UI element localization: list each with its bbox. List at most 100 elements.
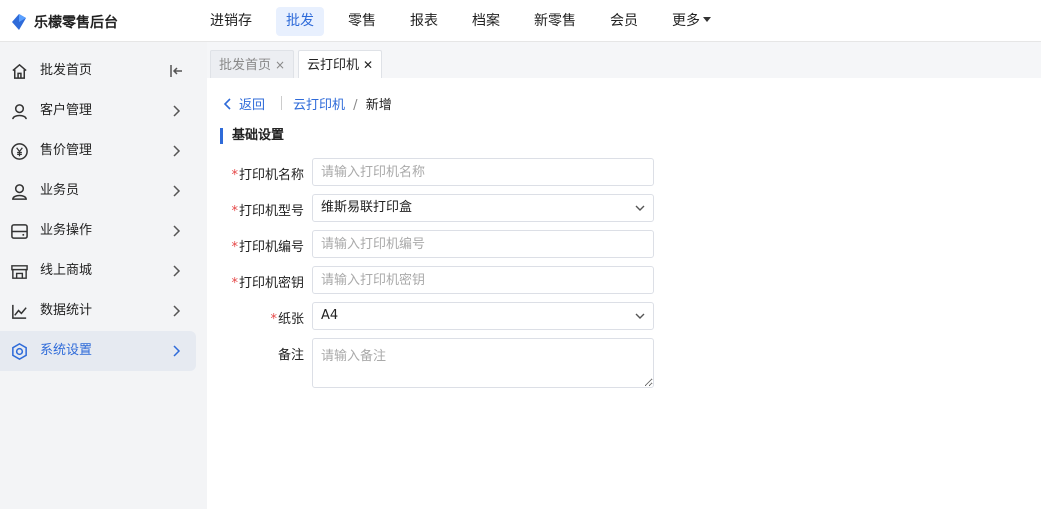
topnav-item-new-retail[interactable]: 新零售: [524, 7, 586, 36]
form-row-printer-model: *打印机型号 维斯易联打印盒: [207, 194, 1041, 222]
form-row-printer-serial: *打印机编号: [207, 230, 1041, 258]
sidebar-item-salesperson[interactable]: 业务员: [0, 171, 196, 211]
top-nav: 进销存 批发 零售 报表 档案 新零售 会员 更多: [200, 7, 735, 36]
user-icon: [12, 104, 27, 120]
chevron-right-icon: [173, 225, 181, 237]
required-mark: *: [231, 204, 238, 219]
topnav-label: 进销存: [210, 13, 252, 29]
form-row-printer-name: *打印机名称: [207, 158, 1041, 186]
printer-name-input[interactable]: [312, 158, 654, 186]
form-row-printer-key: *打印机密钥: [207, 266, 1041, 294]
required-mark: *: [231, 168, 238, 183]
required-mark: *: [231, 276, 238, 291]
topnav-item-more[interactable]: 更多: [662, 7, 721, 36]
required-mark: *: [270, 312, 277, 327]
person-icon: [12, 184, 27, 200]
topnav-label: 报表: [410, 13, 438, 29]
field-label: *打印机编号: [231, 236, 304, 255]
chevron-right-icon: [173, 345, 181, 357]
section-title: 基础设置: [220, 128, 284, 144]
chevron-right-icon: [173, 105, 181, 117]
tab-label: 批发首页: [219, 58, 272, 73]
field-label-text: 打印机名称: [238, 168, 304, 183]
main-content: 返回 云打印机 / 新增 基础设置 *打印机名称 *打印机型号 维斯易联打印盒 …: [207, 78, 1041, 509]
divider: [281, 96, 282, 110]
field-label-text: 打印机型号: [238, 204, 304, 219]
topnav-item-retail[interactable]: 零售: [338, 7, 386, 36]
topnav-item-wholesale[interactable]: 批发: [276, 7, 324, 36]
server-icon: [11, 224, 28, 239]
app-logo[interactable]: 乐檬零售后台: [10, 11, 118, 33]
caret-down-icon: [703, 16, 711, 22]
breadcrumb: 云打印机 / 新增: [293, 94, 392, 113]
tab-bar: 批发首页 × 云打印机 ✕: [207, 42, 1041, 78]
sidebar-item-online-store[interactable]: 线上商城: [0, 251, 196, 291]
printer-key-input[interactable]: [312, 266, 654, 294]
sidebar: 批发首页 客户管理 售价管理 业务员 业务操作 线上商城 数据统计 系统设置: [0, 42, 207, 509]
topnav-label: 批发: [286, 13, 314, 29]
sidebar-item-wholesale-home[interactable]: 批发首页: [0, 51, 196, 91]
chevron-left-icon: [223, 98, 231, 110]
sidebar-item-operations[interactable]: 业务操作: [0, 211, 196, 251]
chevron-right-icon: [173, 265, 181, 277]
topnav-item-member[interactable]: 会员: [600, 7, 648, 36]
close-icon[interactable]: ×: [275, 58, 285, 72]
sidebar-item-label: 业务操作: [40, 223, 93, 238]
topnav-label: 零售: [348, 13, 376, 29]
logo-icon: [12, 14, 26, 30]
breadcrumb-parent[interactable]: 云打印机: [293, 98, 345, 113]
topnav-label: 档案: [472, 13, 500, 29]
chevron-right-icon: [173, 305, 181, 317]
chart-icon: [12, 304, 27, 319]
field-label: *纸张: [270, 308, 304, 327]
topnav-item-reports[interactable]: 报表: [400, 7, 448, 36]
field-label-text: 纸张: [277, 312, 304, 327]
chevron-down-icon: [635, 313, 645, 319]
field-label: 备注: [278, 344, 304, 363]
field-label-text: 打印机密钥: [238, 276, 304, 291]
topnav-label: 会员: [610, 13, 638, 29]
tab-label: 云打印机: [307, 58, 360, 73]
breadcrumb-current: 新增: [365, 98, 392, 113]
printer-serial-input[interactable]: [312, 230, 654, 258]
form-row-paper: *纸张 A4: [207, 302, 1041, 330]
field-label: *打印机型号: [231, 200, 304, 219]
field-label-text: 打印机编号: [238, 240, 304, 255]
printer-model-select[interactable]: 维斯易联打印盒: [312, 194, 654, 222]
field-label-text: 备注: [277, 348, 304, 363]
select-value: A4: [321, 308, 339, 323]
sidebar-item-label: 线上商城: [40, 263, 93, 278]
home-icon: [12, 63, 27, 79]
tab-wholesale-home[interactable]: 批发首页 ×: [210, 50, 295, 78]
field-label: *打印机名称: [231, 164, 304, 183]
topnav-item-archive[interactable]: 档案: [462, 7, 510, 36]
note-textarea[interactable]: [312, 338, 654, 388]
back-button[interactable]: 返回: [223, 94, 265, 113]
sidebar-item-label: 系统设置: [40, 343, 93, 358]
close-icon[interactable]: ✕: [363, 58, 373, 72]
collapse-sidebar-icon[interactable]: [170, 63, 184, 79]
sidebar-item-system-settings[interactable]: 系统设置: [0, 331, 196, 371]
chevron-down-icon: [635, 205, 645, 211]
sidebar-item-label: 业务员: [40, 183, 80, 198]
settings-icon: [12, 343, 27, 360]
chevron-right-icon: [173, 145, 181, 157]
topnav-item-inventory[interactable]: 进销存: [200, 7, 262, 36]
required-mark: *: [231, 240, 238, 255]
back-label: 返回: [239, 98, 266, 113]
select-value: 维斯易联打印盒: [321, 200, 413, 215]
chevron-right-icon: [173, 185, 181, 197]
sidebar-item-label: 数据统计: [40, 303, 93, 318]
breadcrumb-separator: /: [353, 98, 358, 113]
app-title: 乐檬零售后台: [34, 15, 118, 31]
tab-cloud-printer[interactable]: 云打印机 ✕: [298, 50, 383, 78]
sidebar-item-customers[interactable]: 客户管理: [0, 91, 196, 131]
sidebar-item-label: 批发首页: [40, 63, 93, 78]
paper-select[interactable]: A4: [312, 302, 654, 330]
form-row-note: 备注: [207, 338, 1041, 388]
yen-icon: [11, 143, 28, 160]
sidebar-item-pricing[interactable]: 售价管理: [0, 131, 196, 171]
store-icon: [11, 265, 28, 279]
topnav-label: 新零售: [534, 13, 576, 29]
sidebar-item-statistics[interactable]: 数据统计: [0, 291, 196, 331]
